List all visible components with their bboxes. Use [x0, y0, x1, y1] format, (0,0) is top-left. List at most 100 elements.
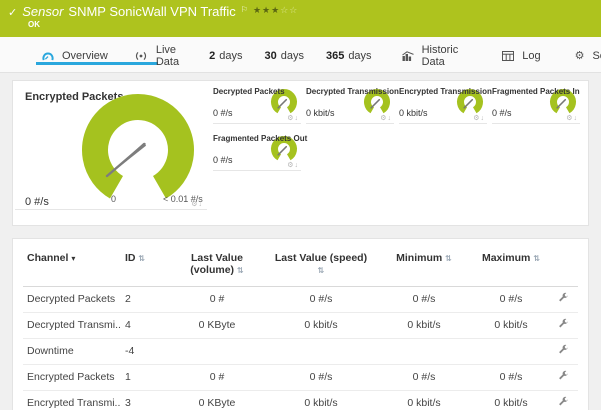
- divider: [213, 170, 301, 171]
- wrench-icon[interactable]: [558, 318, 569, 332]
- gauge-title: Fragmented Packets Out: [213, 134, 308, 143]
- table-row[interactable]: Encrypted Packets 1 0 # 0 #/s 0 #/s 0 #/…: [23, 364, 578, 391]
- gear-icon[interactable]: ⚙: [287, 115, 294, 122]
- tab-overview[interactable]: Overview: [36, 37, 158, 72]
- broadcast-icon: [134, 51, 148, 61]
- col-header-actions: [549, 243, 578, 287]
- col-header-last-value-volume[interactable]: Last Value (volume) ⇅: [167, 243, 267, 287]
- tab-label: days: [348, 49, 372, 62]
- cell-channel: Encrypted Transmi...: [23, 390, 121, 410]
- gauge-title: Fragmented Packets In: [492, 87, 580, 96]
- wrench-icon[interactable]: [558, 292, 569, 306]
- flag-icon[interactable]: ⚐: [241, 5, 248, 14]
- download-icon[interactable]: ↓: [295, 115, 300, 122]
- tab-strong: 30: [264, 49, 277, 62]
- gear-icon[interactable]: ⚙: [566, 115, 573, 122]
- cell-channel: Decrypted Transmi...: [23, 312, 121, 339]
- log-icon: [502, 50, 515, 61]
- gear-icon[interactable]: ⚙: [287, 162, 294, 169]
- cell-speed: 0 kbit/s: [267, 390, 375, 410]
- priority-stars[interactable]: ★★★☆☆: [253, 5, 298, 16]
- sensor-kind-label: Sensor: [22, 4, 64, 19]
- tab-label: Historic Data: [421, 43, 459, 68]
- table-row[interactable]: Decrypted Packets 2 0 # 0 #/s 0 #/s 0 #/…: [23, 286, 578, 313]
- download-icon[interactable]: ↓: [574, 115, 579, 122]
- sort-icon: ⇅: [533, 254, 541, 263]
- stars-empty: ☆☆: [280, 5, 299, 15]
- cell-volume: 0 #: [167, 364, 267, 391]
- channels-table: Channel ▾ ID ⇅ Last Value (volume) ⇅ Las…: [23, 243, 578, 410]
- tab-label: days: [280, 49, 304, 62]
- divider: [15, 209, 207, 210]
- download-icon[interactable]: ↓: [199, 201, 204, 208]
- tab-strong: 2: [209, 49, 216, 62]
- sort-icon: ⇅: [138, 254, 146, 263]
- cell-minimum: 0 kbit/s: [375, 390, 473, 410]
- gauge-current-value: 0 #/s: [213, 108, 233, 118]
- status-badge: OK: [28, 20, 40, 29]
- col-header-last-value-speed[interactable]: Last Value (speed) ⇅: [267, 243, 375, 287]
- channels-panel: Channel ▾ ID ⇅ Last Value (volume) ⇅ Las…: [12, 238, 589, 410]
- col-header-minimum[interactable]: Minimum ⇅: [375, 243, 473, 287]
- tab-log[interactable]: Log: [502, 37, 541, 72]
- page-title: SNMP SonicWall VPN Traffic: [68, 4, 236, 19]
- gear-icon[interactable]: ⚙: [380, 115, 387, 122]
- cell-speed: 0 #/s: [267, 286, 375, 313]
- wrench-icon[interactable]: [558, 344, 569, 358]
- col-header-channel[interactable]: Channel ▾: [23, 243, 121, 287]
- cell-minimum: 0 kbit/s: [375, 312, 473, 339]
- cell-minimum: [375, 338, 473, 365]
- cell-speed: 0 #/s: [267, 364, 375, 391]
- cell-volume: 0 KByte: [167, 390, 267, 410]
- tab-365-days[interactable]: 365 days: [326, 37, 372, 72]
- cell-minimum: 0 #/s: [375, 286, 473, 313]
- gauge-card-fragmented-packets-out: Fragmented Packets Out 0 #/s ⚙↓: [213, 132, 307, 174]
- stars-filled: ★★★: [252, 5, 281, 15]
- download-icon[interactable]: ↓: [295, 162, 300, 169]
- cell-maximum: 0 #/s: [473, 286, 549, 313]
- gauge-current-value: 0 #/s: [492, 108, 512, 118]
- tab-2-days[interactable]: 2 days: [209, 37, 242, 72]
- cell-speed: 0 kbit/s: [267, 312, 375, 339]
- tab-live-data[interactable]: Live Data: [134, 37, 179, 72]
- table-row[interactable]: Encrypted Transmi... 3 0 KByte 0 kbit/s …: [23, 390, 578, 410]
- download-icon[interactable]: ↓: [388, 115, 393, 122]
- tab-30-days[interactable]: 30 days: [264, 37, 304, 72]
- gauge-title: Decrypted Transmission: [306, 87, 399, 96]
- gauge-current-value: 0 kbit/s: [306, 108, 335, 118]
- cell-channel: Encrypted Packets: [23, 364, 121, 391]
- cell-maximum: [473, 338, 549, 365]
- chart-icon: [401, 50, 414, 61]
- table-row[interactable]: Downtime -4: [23, 338, 578, 365]
- sort-icon: ⇅: [445, 254, 452, 263]
- gauge-card-decrypted-transmission: Decrypted Transmission 0 kbit/s ⚙↓: [306, 85, 399, 127]
- cell-volume: 0 KByte: [167, 312, 267, 339]
- gear-icon[interactable]: ⚙: [473, 115, 480, 122]
- gauge-current-value: 0 #/s: [213, 155, 233, 165]
- col-header-maximum[interactable]: Maximum ⇅: [473, 243, 549, 287]
- gauge-icon: [42, 51, 54, 61]
- small-gauges-grid: Decrypted Packets 0 #/s ⚙↓ Decrypted Tra…: [209, 81, 588, 225]
- gauges-panel: Encrypted Packets 0 < 0.01 #/s 0 #/s ⚙↓ …: [12, 80, 589, 226]
- tab-settings[interactable]: ⚙ Settings: [575, 37, 601, 72]
- sort-icon: ⇅: [236, 266, 244, 275]
- cell-channel: Decrypted Packets: [23, 286, 121, 313]
- wrench-icon[interactable]: [558, 370, 569, 384]
- cell-id: 1: [121, 364, 167, 391]
- wrench-icon[interactable]: [558, 396, 569, 410]
- divider: [492, 123, 580, 124]
- col-header-id[interactable]: ID ⇅: [121, 243, 167, 287]
- cell-maximum: 0 kbit/s: [473, 390, 549, 410]
- tab-historic-data[interactable]: Historic Data: [401, 37, 459, 72]
- gear-icon[interactable]: ⚙: [191, 201, 198, 208]
- cell-channel: Downtime: [23, 338, 121, 365]
- cell-volume: [167, 338, 267, 365]
- divider: [306, 123, 394, 124]
- tab-label: days: [219, 49, 243, 62]
- tab-label: Live Data: [155, 43, 180, 68]
- gauge-current-value: 0 #/s: [25, 196, 49, 208]
- table-row[interactable]: Decrypted Transmi... 4 0 KByte 0 kbit/s …: [23, 312, 578, 339]
- download-icon[interactable]: ↓: [481, 115, 486, 122]
- divider: [213, 123, 301, 124]
- sensor-header: ✓ Sensor SNMP SonicWall VPN Traffic ⚐ ★★…: [0, 0, 601, 37]
